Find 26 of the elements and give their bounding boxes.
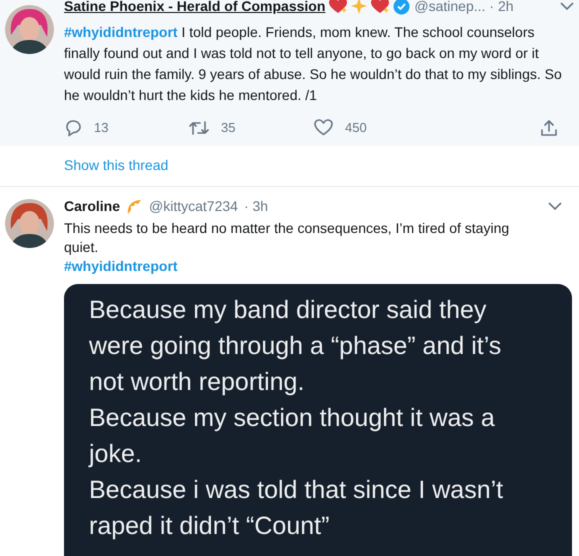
image-text: Because i was told that since I wasn’t raped it didn’t “Count”: [89, 474, 504, 542]
like-icon[interactable]: [314, 119, 333, 136]
tweet-image[interactable]: Because my band director said they were going through a “phase” and it’s not worth reporting. Because my section thought it was a joke. Because i was told that since I wasn’t raped it didn’t “Count”: [64, 284, 572, 556]
heart-icon: [329, 0, 348, 14]
share-icon[interactable]: [540, 118, 558, 137]
image-text: Because my section thought it was a joke.: [89, 402, 496, 470]
action-count: 13: [94, 119, 108, 137]
tweet-text: This needs to be heard no matter the consequences, I’m tired of staying quiet.: [64, 218, 510, 256]
tweet-text: #whyididntreport I told people. Friends, mom knew. The school counselors finally found out and I was told not to tell anyone, to go back on my word or it would ruin the family. 9 years of abuse. So he wouldn’t do that to my siblings. So he wouldn’t hurt the kids he mentored. /1: [64, 23, 563, 105]
chevron-down-icon[interactable]: [548, 202, 562, 211]
action-count: 450: [345, 119, 367, 137]
image-text: Because my band director said they were going through a “phase” and it’s not worth reporting.: [89, 294, 502, 398]
reply-icon[interactable]: [64, 118, 82, 137]
tweet-time: · 2h: [489, 0, 514, 16]
avatar[interactable]: [5, 5, 54, 54]
author-name[interactable]: Satine Phoenix - Herald of Compassion: [64, 0, 326, 16]
user-handle: @kittycat7234: [149, 197, 238, 216]
chevron-down-icon[interactable]: [560, 2, 574, 10]
tweet-time: · 3h: [244, 197, 268, 216]
sparkles-icon: [351, 0, 368, 14]
retweet-icon[interactable]: [189, 120, 209, 136]
heart-icon: [371, 0, 390, 14]
action-count: 35: [221, 119, 236, 137]
user-handle: @satinep...: [414, 0, 486, 16]
avatar[interactable]: [5, 198, 54, 248]
author-name[interactable]: Caroline: [64, 196, 120, 217]
